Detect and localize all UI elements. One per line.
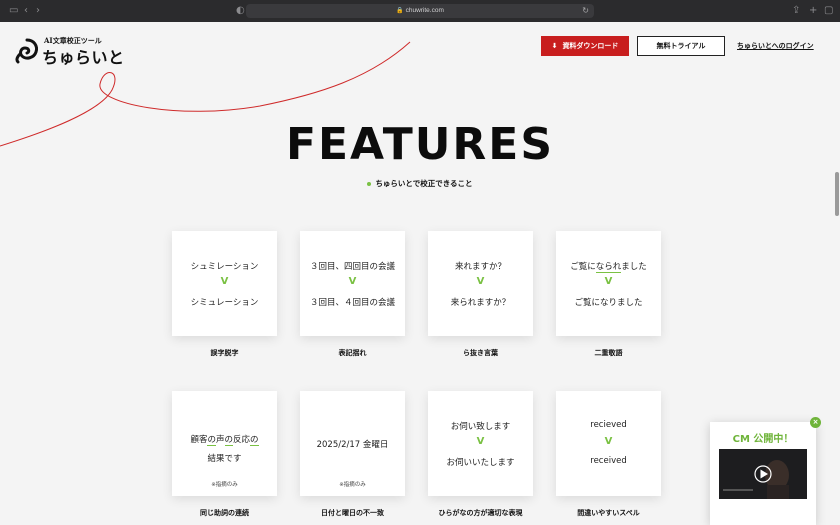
web-page: AI文章校正ツール ちゅらいと ⬇ 資料ダウンロード 無料トライアル ちゅらいと… [0,22,840,525]
free-trial-button-label: 無料トライアル [656,42,706,50]
address-bar[interactable]: 🔒 chuwrite.com ↻ [246,4,594,18]
section-subtitle-text: ちゅらいとで校正できること [375,179,473,188]
share-icon[interactable]: ⇪ [792,5,800,17]
cm-popup[interactable]: CM 公開中！ [710,422,816,525]
card-before-text: お伺い致します [450,422,511,432]
down-arrow-icon: V [604,436,613,447]
section-subtitle: ちゅらいとで校正できること [0,178,840,189]
highlighted-word: なられ [595,262,622,273]
card-after-text: お伺いいたします [446,458,515,468]
card-before-text: 来れますか？ [454,262,506,272]
feature-card-typo: シュミレーション V シミュレーション [172,231,277,336]
feature-label: 表記揺れ [338,349,367,357]
download-button-label: 資料ダウンロード [562,42,619,50]
down-arrow-icon: V [604,276,613,287]
feature-card-particles: 顧客の声の反応の 結果です ※指摘のみ [172,391,277,496]
site-logo[interactable]: AI文章校正ツール ちゅらいと [14,36,125,67]
feature-label: ひらがなの方が適切な表現 [438,509,523,517]
down-arrow-icon: V [476,436,485,447]
close-icon[interactable]: × [810,417,821,428]
forward-icon[interactable]: › [36,5,40,17]
download-icon: ⬇ [551,42,558,50]
browser-toolbar: ▭ ‹ › ◐ 🔒 chuwrite.com ↻ ⇪ + ▢ [0,0,840,22]
feature-card-notation: ３回目、四回目の会議 V ３回目、４回目の会議 [300,231,405,336]
login-link[interactable]: ちゅらいとへのログイン [737,41,814,51]
scrollbar-thumb[interactable] [835,172,839,216]
logo-wordmark: ちゅらいと [42,48,125,67]
card-before-text: シュミレーション [190,262,259,272]
cm-video-thumbnail[interactable] [719,449,807,499]
feature-card-date: 2025/2/17 金曜日 ※指摘のみ [300,391,405,496]
card-text: 2025/2/17 金曜日 [316,440,389,450]
feature-label: 日付と曜日の不一致 [321,509,384,517]
card-note: ※指摘のみ [211,482,238,488]
down-arrow-icon: V [476,276,485,287]
feature-card-ranuki: 来れますか？ V 来られますか？ [428,231,533,336]
card-before-text: ご覧になられました [570,262,647,273]
feature-label: 誤字脱字 [210,349,239,357]
video-thumbnail-art [719,449,807,499]
logo-mark-icon [15,38,38,64]
cm-popup-title: CM 公開中！ [732,434,794,445]
feature-label: ら抜き言葉 [463,349,498,357]
feature-card-hiragana: お伺い致します V お伺いいたします [428,391,533,496]
reload-icon[interactable]: ↻ [582,4,589,18]
bullet-dot-icon [367,182,372,186]
section-title: FEATURES [285,119,555,170]
down-arrow-icon: V [220,276,229,287]
back-icon[interactable]: ‹ [24,5,28,17]
feature-label: 同じ助詞の連続 [200,509,249,517]
feature-card-spelling: recieved V received [556,391,661,496]
card-after-text: received [590,456,627,466]
lock-icon: 🔒 [396,8,404,14]
sidebar-toggle-icon[interactable]: ▭ [9,5,18,17]
card-before-text: ３回目、四回目の会議 [309,262,395,272]
card-note: ※指摘のみ [339,482,366,488]
feature-label: 間違いやすいスペル [577,509,640,517]
card-after-text: シミュレーション [190,298,259,308]
card-text-line2: 結果です [207,454,242,464]
tab-overview-icon[interactable]: ▢ [824,5,833,17]
card-after-text: ご覧になりました [574,298,643,308]
card-after-text: ３回目、４回目の会議 [309,298,395,308]
privacy-shield-icon[interactable]: ◐ [236,5,245,17]
url-text: chuwrite.com [405,7,444,14]
card-before-text: recieved [590,420,627,430]
free-trial-button[interactable]: 無料トライアル [637,36,725,56]
new-tab-icon[interactable]: + [809,5,817,17]
card-after-text: 来られますか？ [450,298,511,308]
feature-label: 二重敬語 [594,349,623,357]
feature-card-double-keigo: ご覧になられました V ご覧になりました [556,231,661,336]
download-button[interactable]: ⬇ 資料ダウンロード [541,36,629,56]
down-arrow-icon: V [348,276,357,287]
card-text-line1: 顧客の声の反応の [190,435,259,446]
